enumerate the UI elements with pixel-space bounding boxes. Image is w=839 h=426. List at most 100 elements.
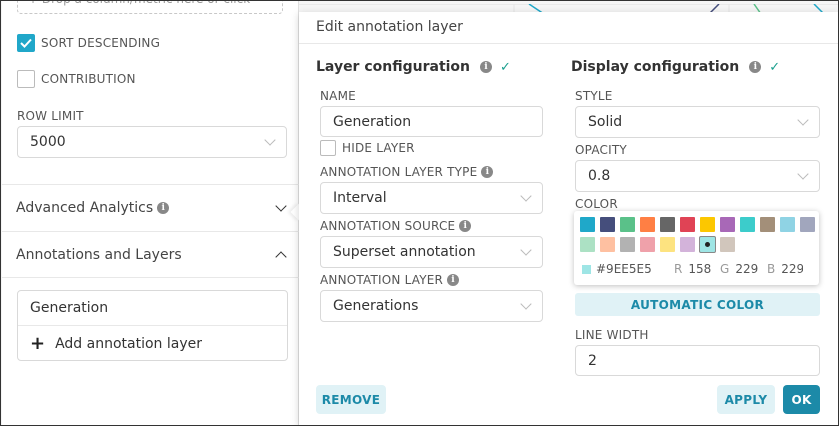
popover-title: Edit annotation layer [299,12,838,44]
check-icon: ✓ [769,59,781,75]
color-swatch[interactable] [800,217,815,232]
sort-descending-checkbox[interactable] [17,34,35,52]
layer-configuration-heading: Layer configuration i ✓ [316,59,511,75]
info-icon[interactable]: i [459,220,472,232]
opacity-value: 0.8 [588,168,611,184]
contribution-row[interactable]: CONTRIBUTION [17,70,136,88]
annotations-layers-section[interactable]: Annotations and Layers [2,231,299,278]
chevron-down-icon [797,114,809,126]
info-icon[interactable]: i [480,61,493,73]
line-width-label: LINE WIDTH [575,328,649,342]
chevron-up-icon [275,250,287,263]
annotation-layer-type-value: Interval [333,190,387,206]
style-label: STYLE [575,89,613,103]
annotation-source-select[interactable]: Superset annotation [320,236,543,268]
green-field[interactable]: G 229 [720,262,760,276]
apply-button[interactable]: APPLY [717,385,775,414]
annotation-layer-select[interactable]: Generations [320,290,543,322]
hex-value: #9EE5E5 [596,262,652,276]
app-frame: + Drop a column/metric here or click SOR… [0,0,839,426]
drop-zone[interactable]: + Drop a column/metric here or click [17,1,283,14]
color-swatch[interactable] [680,237,695,252]
hide-layer-label: HIDE LAYER [342,141,415,155]
annotation-source-value: Superset annotation [333,244,476,260]
annotation-layer-type-select[interactable]: Interval [320,182,543,214]
annotation-layer-type-label: ANNOTATION LAYER TYPE i [320,165,494,179]
color-swatch[interactable] [740,217,755,232]
annotation-layer-value: Generations [333,298,419,314]
sort-descending-row[interactable]: SORT DESCENDING [17,34,160,52]
contribution-checkbox[interactable] [17,70,35,88]
green-value: 229 [735,262,759,276]
color-swatch[interactable] [720,237,735,252]
row-limit-label: ROW LIMIT [17,109,84,123]
annotation-layer-item-label: Generation [30,300,109,316]
advanced-analytics-section[interactable]: Advanced Analytics i [2,184,299,231]
name-input[interactable]: Generation [320,106,543,137]
color-swatch[interactable] [700,237,715,252]
opacity-label: OPACITY [575,143,627,157]
name-value: Generation [333,113,412,130]
edit-annotation-layer-popover: Edit annotation layer Layer configuratio… [299,12,838,425]
color-label: COLOR [575,197,618,211]
display-configuration-heading: Display configuration i ✓ [571,59,780,75]
add-annotation-layer-button[interactable]: + Add annotation layer [18,326,287,361]
sort-descending-label: SORT DESCENDING [41,36,161,50]
info-icon[interactable]: i [157,202,170,214]
style-select[interactable]: Solid [575,106,820,138]
color-swatch[interactable] [760,217,775,232]
ok-button[interactable]: OK [783,385,820,414]
color-swatch[interactable] [620,217,635,232]
color-swatch[interactable] [780,217,795,232]
display-configuration-title: Display configuration [571,59,740,75]
color-swatch[interactable] [600,237,615,252]
chevron-down-icon [797,168,809,180]
color-swatch[interactable] [660,237,675,252]
annotation-layer-text: ANNOTATION LAYER [320,273,444,287]
name-label: NAME [320,89,356,103]
annotation-layer-item[interactable]: Generation [18,291,287,326]
annotations-layers-label: Annotations and Layers [16,246,182,263]
row-limit-select[interactable]: 5000 [17,126,287,158]
info-icon[interactable]: i [481,166,494,178]
hide-layer-checkbox[interactable] [320,140,336,156]
color-swatch[interactable] [600,217,615,232]
line-width-input[interactable]: 2 [575,345,820,376]
chevron-down-icon [520,298,532,310]
color-swatch[interactable] [640,237,655,252]
line-width-value: 2 [588,352,597,369]
annotation-source-label: ANNOTATION SOURCE i [320,219,472,233]
color-swatch[interactable] [580,217,595,232]
automatic-color-button[interactable]: AUTOMATIC COLOR [575,293,820,316]
color-swatch[interactable] [720,217,735,232]
color-swatch[interactable] [700,217,715,232]
annotation-layer-type-text: ANNOTATION LAYER TYPE [320,165,478,179]
contribution-label: CONTRIBUTION [41,72,136,86]
remove-button[interactable]: REMOVE [316,385,386,414]
red-field[interactable]: R 158 [674,262,711,276]
blue-label: B [767,262,776,276]
blue-field[interactable]: B 229 [767,262,803,276]
chevron-down-icon [275,200,287,212]
color-swatch[interactable] [620,237,635,252]
color-swatch[interactable] [640,217,655,232]
color-picker: #9EE5E5 R 158 G 229 B 229 [574,211,819,285]
color-swatch[interactable] [580,237,595,252]
hex-field[interactable]: #9EE5E5 [582,262,652,276]
annotation-layer-label: ANNOTATION LAYER i [320,273,460,287]
annotation-layer-list: Generation + Add annotation layer [17,290,288,361]
info-icon[interactable]: i [749,61,762,73]
style-value: Solid [588,114,623,130]
layer-configuration-title: Layer configuration [316,59,471,75]
color-swatch[interactable] [660,217,675,232]
blue-value: 229 [781,262,803,276]
hide-layer-row[interactable]: HIDE LAYER [320,140,415,156]
annotation-source-text: ANNOTATION SOURCE [320,219,456,233]
color-preview-swatch [582,264,591,274]
info-icon[interactable]: i [447,274,460,286]
opacity-select[interactable]: 0.8 [575,160,820,192]
add-annotation-layer-label: Add annotation layer [55,335,202,352]
advanced-analytics-label: Advanced Analytics [16,200,154,216]
check-icon: ✓ [500,59,511,75]
color-swatch[interactable] [680,217,695,232]
